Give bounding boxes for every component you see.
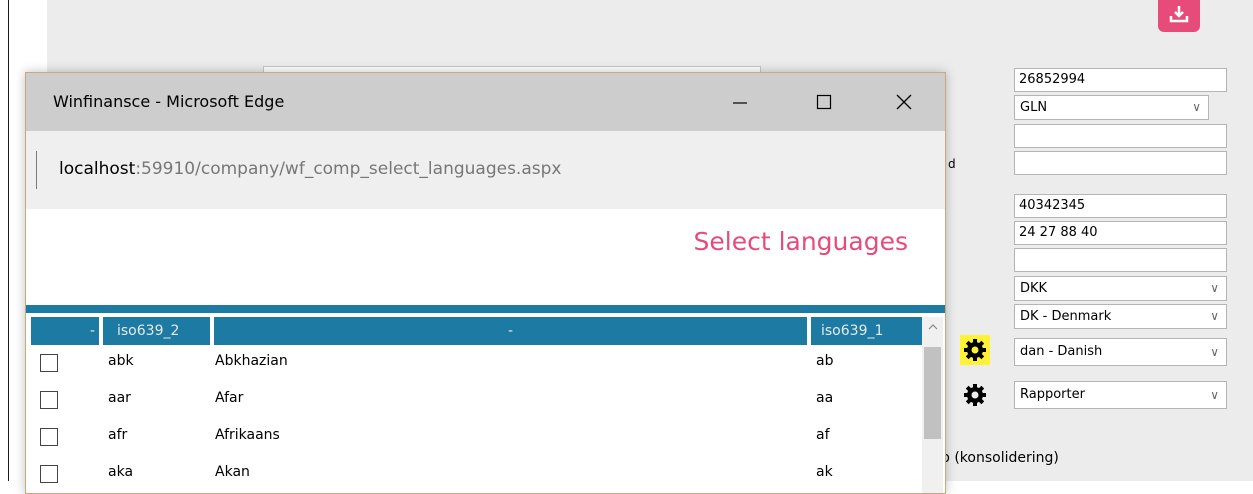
- column-header-iso639-2[interactable]: iso639_2: [103, 317, 212, 345]
- address-bar-divider: [36, 151, 37, 189]
- currency-select-value: DKK: [1020, 281, 1048, 296]
- address-url[interactable]: localhost:59910/company/wf_comp_select_l…: [59, 159, 561, 179]
- url-host: localhost: [59, 159, 136, 179]
- maximize-icon[interactable]: [802, 85, 846, 119]
- table-row[interactable]: abk Abkhazian ab: [31, 346, 922, 383]
- iso639-2-cell: abk: [108, 353, 134, 369]
- phone-field-1[interactable]: 40342345: [1014, 194, 1227, 218]
- iso639-1-cell: af: [816, 427, 830, 443]
- column-header-iso639-1[interactable]: iso639_1: [811, 317, 922, 345]
- language-name-cell: Afrikaans: [215, 427, 280, 443]
- language-name-cell: Abkhazian: [215, 353, 288, 369]
- table-header: - iso639_2 - iso639_1: [31, 317, 922, 345]
- country-select-value: DK - Denmark: [1020, 309, 1112, 324]
- chevron-down-icon: ∨: [1210, 388, 1219, 402]
- table-row[interactable]: aar Afar aa: [31, 383, 922, 420]
- number-field[interactable]: 26852994: [1014, 68, 1227, 92]
- country-select[interactable]: DK - Denmark ∨: [1014, 304, 1227, 329]
- url-path: :59910/company/wf_comp_select_languages.…: [135, 159, 562, 179]
- consolidation-label: p (konsolidering): [941, 450, 1059, 466]
- column-header-select[interactable]: -: [31, 317, 101, 345]
- chevron-down-icon: ∨: [1210, 345, 1219, 359]
- table-row[interactable]: afr Afrikaans af: [31, 420, 922, 457]
- chevron-down-icon: ∨: [1210, 281, 1219, 295]
- language-settings-gear-icon[interactable]: [960, 335, 990, 365]
- page-title: Select languages: [693, 227, 909, 256]
- popup-title: Winfinansce - Microsoft Edge: [53, 92, 285, 111]
- report-select-value: Rapporter: [1020, 387, 1085, 402]
- id-type-select-value: GLN: [1020, 100, 1048, 115]
- empty-field-2[interactable]: [1014, 151, 1227, 175]
- currency-select[interactable]: DKK ∨: [1014, 276, 1227, 301]
- iso639-1-cell: aa: [816, 390, 834, 406]
- minimize-icon[interactable]: [718, 85, 762, 119]
- window-frame-left: [0, 0, 9, 481]
- language-name-cell: Akan: [215, 464, 250, 480]
- download-icon[interactable]: [1158, 0, 1200, 32]
- scrollbar-thumb[interactable]: [924, 347, 941, 439]
- chevron-down-icon: ∨: [1192, 100, 1201, 114]
- phone-field-2[interactable]: 24 27 88 40: [1014, 221, 1227, 245]
- report-settings-gear-icon[interactable]: [960, 380, 990, 410]
- empty-field-1[interactable]: [1014, 124, 1227, 148]
- language-name-cell: Afar: [215, 390, 244, 406]
- popup-titlebar: Winfinansce - Microsoft Edge: [26, 73, 945, 131]
- column-header-name[interactable]: -: [214, 317, 809, 345]
- iso639-2-cell: aar: [108, 390, 131, 406]
- browser-popup-window: Winfinansce - Microsoft Edge localhost:5…: [25, 72, 946, 494]
- row-checkbox[interactable]: [40, 354, 58, 372]
- scroll-up-icon[interactable]: [922, 317, 943, 337]
- iso639-1-cell: ak: [816, 464, 833, 480]
- close-icon[interactable]: [882, 85, 926, 119]
- iso639-2-cell: aka: [108, 464, 134, 480]
- row-checkbox[interactable]: [40, 391, 58, 409]
- table-scrollbar[interactable]: [922, 317, 943, 493]
- table-row[interactable]: aka Akan ak: [31, 457, 922, 493]
- header-accent-bar: [26, 305, 945, 313]
- address-bar[interactable]: localhost:59910/company/wf_comp_select_l…: [26, 131, 945, 209]
- language-select[interactable]: dan - Danish ∨: [1014, 338, 1227, 366]
- row-checkbox[interactable]: [40, 465, 58, 483]
- empty-field-3[interactable]: [1014, 248, 1227, 272]
- report-select[interactable]: Rapporter ∨: [1014, 381, 1227, 409]
- chevron-down-icon: ∨: [1210, 309, 1219, 323]
- id-type-select[interactable]: GLN ∨: [1014, 95, 1209, 120]
- iso639-2-cell: afr: [108, 427, 128, 443]
- iso639-1-cell: ab: [816, 353, 834, 369]
- language-select-value: dan - Danish: [1020, 344, 1103, 359]
- popup-content: Select languages - iso639_2 - iso639_1 a…: [26, 209, 945, 493]
- background-label-fragment: d: [948, 157, 956, 171]
- row-checkbox[interactable]: [40, 428, 58, 446]
